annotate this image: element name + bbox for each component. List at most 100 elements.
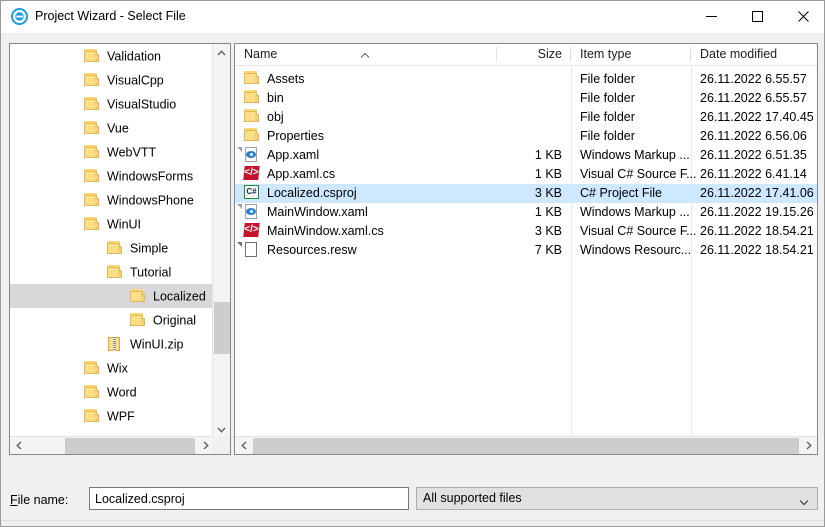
table-row[interactable]: Properties File folder 26.11.2022 6.56.06 — [235, 127, 817, 146]
column-header-item-type-label: Item type — [580, 47, 632, 61]
dialog-window: Project Wizard - Select File Validation V… — [0, 0, 825, 527]
table-row[interactable]: obj File folder 26.11.2022 17.40.45 — [235, 108, 817, 127]
file-row-item-type: C# Project File — [580, 186, 662, 200]
tree-item-word[interactable]: Word — [10, 380, 214, 404]
file-row-name: C# Localized.csproj — [244, 184, 357, 203]
tree-item-label: Simple — [130, 241, 169, 256]
file-row-date-modified: 26.11.2022 6.41.14 — [700, 167, 807, 181]
tree-item-visualcpp[interactable]: VisualCpp — [10, 68, 214, 92]
file-name-label-accel: F — [10, 493, 18, 507]
table-row[interactable]: Resources.resw 7 KB Windows Resourc... 26.1… — [235, 241, 817, 260]
column-header-date-modified[interactable]: Date modified — [691, 44, 817, 65]
file-row-size: 1 KB — [534, 148, 562, 162]
sort-ascending-icon — [360, 45, 370, 58]
file-row-item-type: Visual C# Source F... — [580, 224, 697, 238]
tree-item-original[interactable]: Original — [10, 308, 214, 332]
file-row-size: 7 KB — [534, 243, 562, 257]
file-row-date-modified: 26.11.2022 6.51.35 — [700, 148, 807, 162]
chevron-left-icon[interactable] — [10, 437, 27, 454]
file-list-header: Name Size Item type Date modified — [235, 44, 817, 66]
tree-item-label: WebVTT — [107, 145, 157, 160]
list-horizontal-scroll-thumb[interactable] — [253, 438, 799, 454]
column-header-item-type[interactable]: Item type — [571, 44, 691, 65]
file-row-item-type: Visual C# Source F... — [580, 167, 697, 181]
file-row-date-modified: 26.11.2022 19.15.26 — [700, 205, 814, 219]
file-type-filter-combobox[interactable]: All supported files — [416, 487, 818, 510]
file-row-date-modified: 26.11.2022 17.41.06 — [700, 186, 814, 200]
tree-horizontal-scrollbar[interactable] — [10, 436, 214, 454]
file-name-text: App.xaml.cs — [267, 167, 336, 182]
file-row-date-modified: 26.11.2022 6.55.57 — [700, 91, 807, 105]
tree-horizontal-scroll-thumb[interactable] — [65, 438, 195, 454]
tree-item-label: WPF — [107, 409, 135, 424]
file-name-text: Localized.csproj — [267, 186, 357, 201]
maximize-button[interactable] — [734, 1, 780, 32]
table-row[interactable]: bin File folder 26.11.2022 6.55.57 — [235, 89, 817, 108]
table-row[interactable]: C# Localized.csproj 3 KB C# Project File 26.… — [235, 184, 817, 203]
tree-item-vue[interactable]: Vue — [10, 116, 214, 140]
tree-vertical-scroll-thumb[interactable] — [214, 302, 230, 354]
tree-vertical-scrollbar[interactable] — [212, 44, 230, 438]
file-row-name: MainWindow.xaml — [237, 203, 368, 222]
table-row[interactable]: App.xaml 1 KB Windows Markup ... 26.11.2022… — [235, 146, 817, 165]
tree-item-windowsphone[interactable]: WindowsPhone — [10, 188, 214, 212]
tree-item-label: WinUI — [107, 217, 142, 232]
window-title: Project Wizard - Select File — [35, 9, 186, 23]
file-row-size: 1 KB — [534, 205, 562, 219]
tree-item-label: VisualStudio — [107, 97, 177, 112]
file-name-text: MainWindow.xaml.cs — [267, 224, 384, 239]
tree-item-label: Word — [107, 385, 137, 400]
tree-item-label: Tutorial — [130, 265, 172, 280]
file-row-size: 1 KB — [534, 167, 562, 181]
tree-item-validation[interactable]: Validation — [10, 44, 214, 68]
close-button[interactable] — [780, 1, 824, 32]
file-row-name: obj — [244, 108, 284, 127]
tree-item-webvtt[interactable]: WebVTT — [10, 140, 214, 164]
minimize-button[interactable] — [688, 1, 734, 32]
column-header-name[interactable]: Name — [235, 44, 497, 65]
tree-item-winui-zip[interactable]: WinUI.zip — [10, 332, 214, 356]
file-row-date-modified: 26.11.2022 17.40.45 — [700, 110, 814, 124]
tree-item-simple[interactable]: Simple — [10, 236, 214, 260]
tree-item-label: VisualCpp — [107, 73, 164, 88]
tree-item-visualstudio[interactable]: VisualStudio — [10, 92, 214, 116]
chevron-up-icon[interactable] — [213, 44, 230, 61]
minimize-icon — [688, 11, 734, 22]
tree-item-wpf[interactable]: WPF — [10, 404, 214, 428]
file-name-label-rest: ile name: — [17, 493, 69, 507]
column-header-size-label: Size — [537, 47, 562, 61]
list-horizontal-scrollbar[interactable] — [235, 436, 817, 454]
file-row-date-modified: 26.11.2022 18.54.21 — [700, 224, 814, 238]
tree-item-label: WindowsPhone — [107, 193, 194, 208]
table-row[interactable]: </> MainWindow.xaml.cs 3 KB Visual C# Sourc… — [235, 222, 817, 241]
file-row-name: Assets — [244, 70, 305, 89]
file-row-name: </> App.xaml.cs — [243, 166, 336, 182]
tree-item-winui[interactable]: WinUI — [10, 212, 214, 236]
dialog-body: Validation VisualCpp VisualStudio Vue WebVTT… — [1, 33, 824, 526]
chevron-right-icon[interactable] — [800, 437, 817, 454]
column-header-name-label: Name — [244, 47, 278, 61]
table-row[interactable]: MainWindow.xaml 1 KB Windows Markup ... 26.… — [235, 203, 817, 222]
tree-item-label: Original — [153, 313, 197, 328]
folder-tree-panel: Validation VisualCpp VisualStudio Vue WebVTT… — [9, 43, 231, 455]
tree-item-label: WindowsForms — [107, 169, 194, 184]
file-row-name: Resources.resw — [237, 241, 357, 260]
chevron-left-icon[interactable] — [235, 437, 252, 454]
tree-item-wix[interactable]: Wix — [10, 356, 214, 380]
file-row-item-type: Windows Resourc... — [580, 243, 692, 257]
tree-item-localized[interactable]: Localized — [10, 284, 214, 308]
file-row-item-type: File folder — [580, 91, 635, 105]
folder-tree[interactable]: Validation VisualCpp VisualStudio Vue WebVTT… — [10, 44, 214, 438]
table-row[interactable]: Assets File folder 26.11.2022 6.55.57 — [235, 70, 817, 89]
tree-item-label: Vue — [107, 121, 129, 136]
column-header-size[interactable]: Size — [497, 44, 571, 65]
file-row-item-type: Windows Markup ... — [580, 205, 690, 219]
file-row-date-modified: 26.11.2022 6.56.06 — [700, 129, 807, 143]
table-row[interactable]: </> App.xaml.cs 1 KB Visual C# Source F... 2… — [235, 165, 817, 184]
tree-item-windowsforms[interactable]: WindowsForms — [10, 164, 214, 188]
tree-item-tutorial[interactable]: Tutorial — [10, 260, 214, 284]
file-row-date-modified: 26.11.2022 18.54.21 — [700, 243, 814, 257]
file-name-input[interactable] — [89, 487, 409, 510]
file-name-text: obj — [267, 110, 284, 125]
file-row-name: Properties — [244, 127, 324, 146]
